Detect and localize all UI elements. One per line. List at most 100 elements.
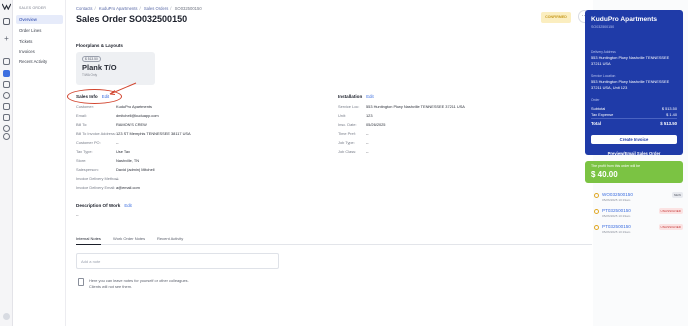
annotation-arrow	[109, 82, 137, 95]
plus-icon[interactable]: +	[3, 35, 10, 43]
linked-order-code[interactable]: PT032500150	[602, 208, 631, 213]
sidebar-header: SALES ORDER	[19, 6, 47, 10]
delivery-address-label: Delivery Address	[591, 50, 616, 54]
installation-key: Unit:	[338, 113, 346, 118]
floorplan-card[interactable]: $ 513.50 Plank T/O T/WA Only	[76, 52, 155, 85]
sales-info-key: Customer PO:	[76, 140, 101, 145]
installation-key: Service Loc:	[338, 104, 360, 109]
tax-value: $ 1.40	[666, 112, 677, 117]
home-icon[interactable]	[3, 58, 10, 65]
subtotal-label: Subtotal	[591, 106, 606, 111]
sales-info-edit-link[interactable]: Edit	[102, 94, 109, 99]
subtotal-row: Subtotal $ 513.50	[591, 106, 677, 111]
linked-order-time: 05/26/2025 10:19am	[602, 214, 631, 218]
installation-key: Time Pref:	[338, 131, 356, 136]
status-button[interactable]: CONFIRMED	[541, 12, 571, 23]
plan-subtitle: T/WA Only	[82, 73, 98, 77]
status-dot-icon	[594, 209, 599, 214]
floorplans-heading: Floorplans & Layouts	[76, 43, 123, 48]
settings-icon[interactable]	[3, 133, 10, 140]
cart-icon[interactable]	[3, 92, 10, 99]
linked-order-code[interactable]: PT032500150	[602, 224, 631, 229]
grid-icon[interactable]	[3, 81, 10, 88]
service-location: 553 Huntington Pkwy Nashville TENNESSEE …	[591, 79, 670, 90]
main-content: Contacts / KuduPro Apartments / Sales Orde…	[66, 0, 592, 326]
linked-order-code[interactable]: WO032500150	[602, 192, 633, 197]
summary-order-number: SO032500150	[591, 25, 615, 29]
description-text: --	[76, 212, 79, 217]
linked-order-time: 05/26/2025 10:19am	[602, 230, 631, 234]
breadcrumb: Contacts / KuduPro Apartments / Sales Orde…	[76, 6, 202, 11]
installation-edit-link[interactable]: Edit	[366, 94, 373, 99]
invoice-icon[interactable]	[3, 125, 10, 132]
sidebar-item-tickets[interactable]: Tickets	[16, 37, 63, 46]
installation-value: 553 Huntington Pkwy Nashville TENNESSEE …	[366, 104, 465, 109]
linked-order-item[interactable]: PT032500150 05/26/2025 10:19am UNASSIGNE…	[593, 224, 683, 238]
logo-icon[interactable]	[2, 3, 11, 10]
users-icon[interactable]	[3, 70, 10, 77]
sales-info-value: Use Tax	[116, 149, 130, 154]
plan-name: Plank T/O	[82, 63, 117, 72]
sales-info-value: David (admin) Mitchell	[116, 167, 155, 172]
tab-internal-notes[interactable]: Internal Notes	[76, 236, 101, 245]
notes-empty-line1: Here you can leave notes for yourself or…	[89, 278, 189, 283]
add-note-input[interactable]: Add a note	[76, 253, 279, 269]
create-invoice-button[interactable]: Create Invoice	[591, 135, 677, 144]
total-label: Total	[591, 121, 601, 126]
box-icon[interactable]	[3, 114, 10, 121]
icon-rail: +	[0, 0, 13, 326]
sidebar-item-invoices[interactable]: Invoices	[16, 47, 63, 56]
status-badge: NEW	[671, 192, 683, 198]
notes-empty-state: Here you can leave notes for yourself or…	[76, 276, 296, 296]
notes-tabs: Internal Notes Work Order Notes Recent A…	[76, 236, 592, 245]
installation-value: --	[366, 140, 369, 145]
sidebar-item-overview[interactable]: Overview	[16, 15, 63, 24]
sales-info-value: --	[116, 176, 119, 181]
installation-value: --	[366, 149, 369, 154]
clipboard-icon[interactable]	[3, 103, 10, 110]
sidebar-item-order-lines[interactable]: Order Lines	[16, 26, 63, 35]
description-heading: Description Of Work Edit	[76, 203, 132, 208]
installation-key: Job Class:	[338, 149, 357, 154]
total-row: Total $ 513.50	[591, 121, 677, 126]
sales-info-key: Store:	[76, 158, 87, 163]
linked-order-item[interactable]: WO032500150 05/26/2025 10:19am NEW	[593, 192, 683, 206]
tab-recent-activity[interactable]: Recent Activity	[157, 236, 183, 241]
installation-key: Job Type:	[338, 140, 355, 145]
sales-info-value: a@email.com	[116, 185, 140, 190]
description-edit-link[interactable]: Edit	[124, 203, 131, 208]
sales-info-key: Tax Type:	[76, 149, 93, 154]
installation-title: Installation	[338, 94, 363, 99]
sales-info-title: Sales Info	[76, 94, 98, 99]
status-dot-icon	[594, 193, 599, 198]
breadcrumb-contacts[interactable]: Contacts	[76, 6, 93, 11]
installation-key: Insc. Date:	[338, 122, 357, 127]
breadcrumb-sales-orders[interactable]: Sales Orders	[144, 6, 168, 11]
person-icon[interactable]	[3, 313, 10, 320]
profit-amount: $ 40.00	[591, 170, 618, 179]
sales-info-value: dmitchell@kuduapp.com	[116, 113, 159, 118]
share-icon[interactable]	[3, 18, 10, 25]
sales-info-key: Customer:	[76, 104, 94, 109]
sales-info-key: Email:	[76, 113, 87, 118]
breadcrumb-current: SO032500150	[174, 6, 202, 11]
order-summary-card: KuduPro Apartments SO032500150 Delivery …	[585, 10, 683, 156]
sales-info-value: Nashville, TN	[116, 158, 140, 163]
page-title: Sales Order SO032500150	[76, 14, 188, 24]
sales-info-value: --	[116, 140, 119, 145]
sales-info-key: Bill To Invoice Address:	[76, 131, 116, 136]
service-location-label: Service Location	[591, 74, 616, 78]
installation-value: 05/26/2025	[366, 122, 386, 127]
breadcrumb-customer[interactable]: KuduPro Apartments	[99, 6, 138, 11]
summary-customer-name[interactable]: KuduPro Apartments	[591, 16, 657, 23]
sidebar-item-recent-activity[interactable]: Recent Activity	[16, 57, 63, 66]
document-icon	[78, 278, 84, 286]
linked-order-item[interactable]: PT032500150 05/26/2025 10:19am UNASSIGNE…	[593, 208, 683, 222]
section-sidebar: SALES ORDER Overview Order Lines Tickets…	[13, 0, 66, 326]
subtotal-value: $ 513.50	[661, 106, 677, 111]
tab-work-order-notes[interactable]: Work Order Notes	[113, 236, 145, 241]
preview-email-button[interactable]: Preview/Email Sales Order	[591, 151, 677, 156]
installation-heading: Installation Edit	[338, 94, 374, 99]
notes-empty-line2: Clients will not see them.	[89, 284, 133, 289]
sales-info-heading: Sales Info Edit	[76, 94, 109, 99]
